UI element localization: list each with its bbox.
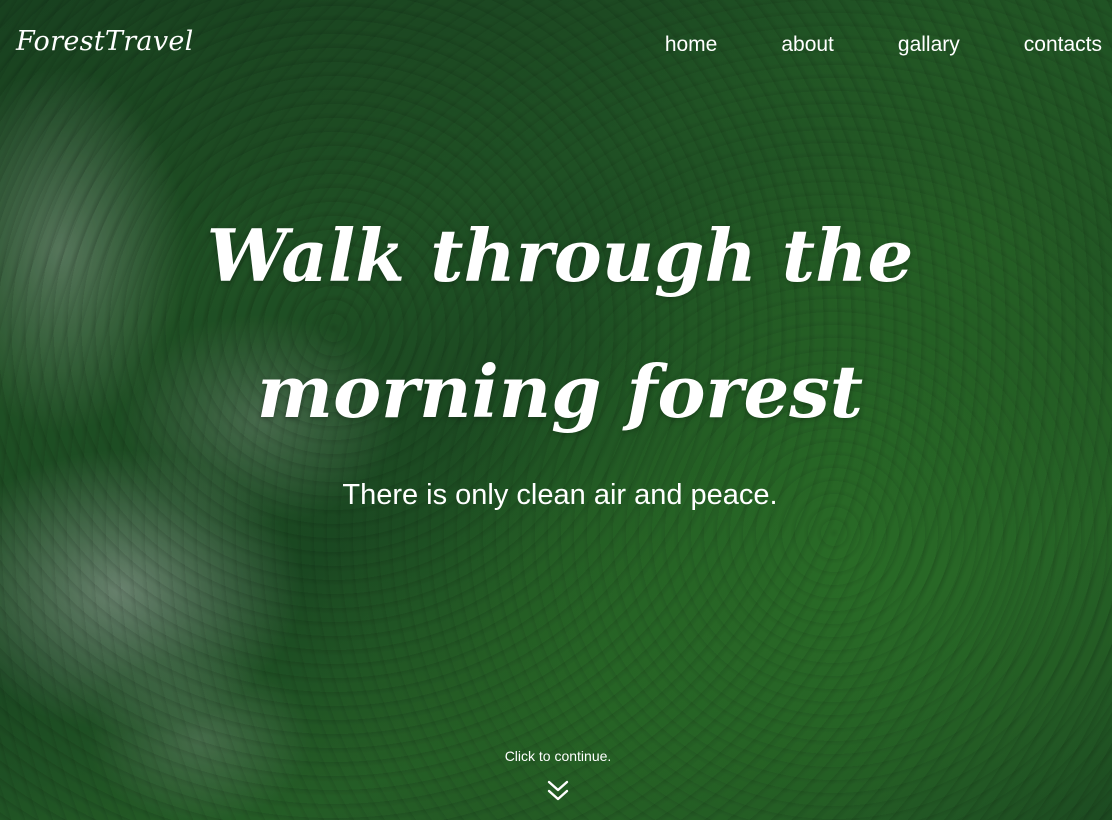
hero-subline: There is only clean air and peace. <box>342 479 778 511</box>
main-nav: home about gallary contacts <box>601 33 1102 57</box>
hero-headline: Walk through the morning forest <box>206 213 914 434</box>
hero-section: ForestTravel home about gallary contacts… <box>0 0 1112 820</box>
nav-link-contacts[interactable]: contacts <box>1024 33 1102 57</box>
site-logo[interactable]: ForestTravel <box>16 26 194 57</box>
nav-link-about[interactable]: about <box>781 33 834 57</box>
double-chevron-down-icon[interactable] <box>545 778 571 804</box>
nav-link-gallary[interactable]: gallary <box>898 33 960 57</box>
continue-label: Click to continue. <box>504 748 612 764</box>
nav-link-home[interactable]: home <box>665 33 718 57</box>
